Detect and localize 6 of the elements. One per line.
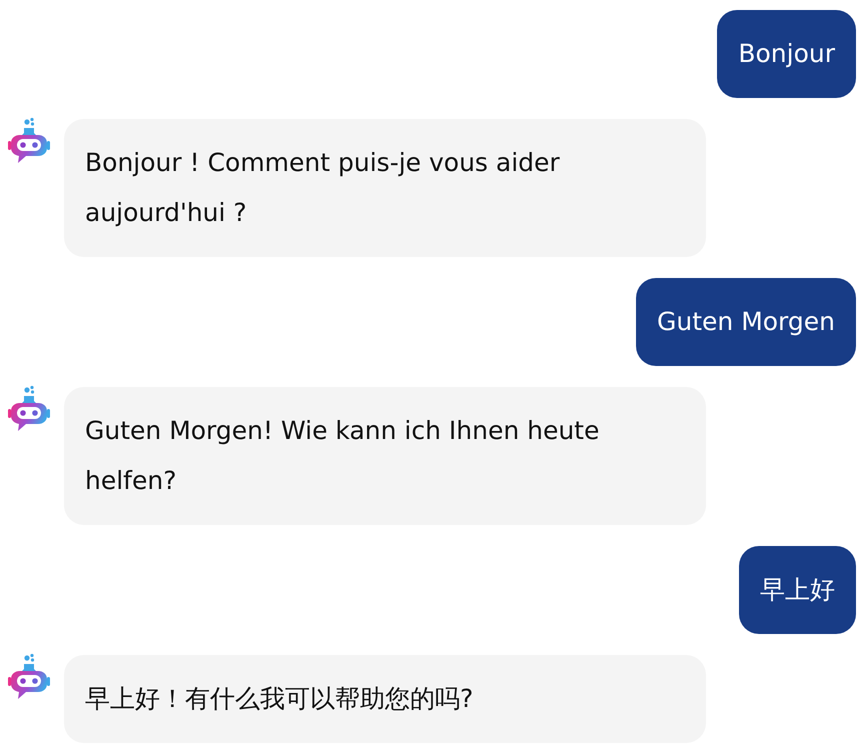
bot-message: 早上好！有什么我可以帮助您的吗? [64,655,706,743]
user-message: Guten Morgen [636,278,856,366]
user-message: 早上好 [739,546,856,634]
bot-message: Guten Morgen! Wie kann ich Ihnen heute helfen? [64,387,706,525]
bot-message: Bonjour ! Comment puis-je vous aider aujourd'hui ? [64,119,706,257]
user-message: Bonjour [717,10,856,98]
